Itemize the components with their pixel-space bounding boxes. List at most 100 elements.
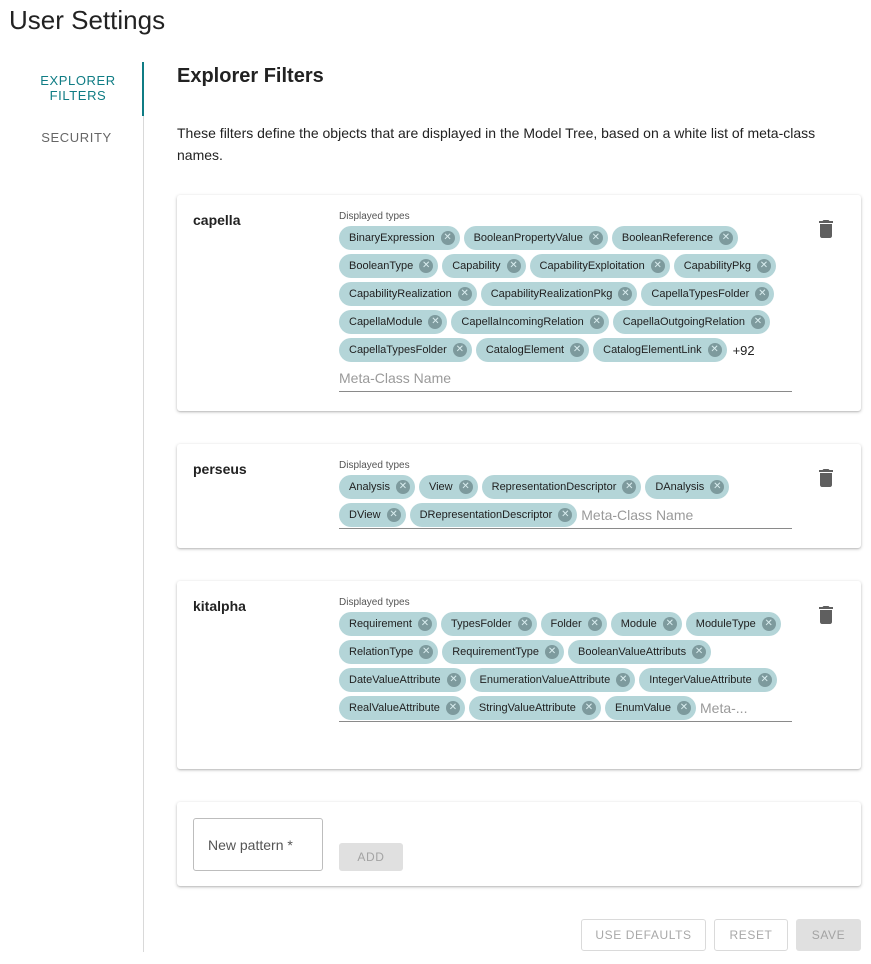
type-chip: CapellaModule ✕ [339,310,448,334]
cancel-circle-icon[interactable]: ✕ [618,287,633,301]
type-chip: TypesFolder ✕ [440,612,537,636]
chip-label: CatalogElementLink [603,344,702,356]
filter-name: perseus [193,461,247,477]
save-button[interactable]: SAVE [796,919,861,951]
meta-class-input[interactable] [700,696,770,720]
cancel-circle-icon[interactable]: ✕ [417,617,432,631]
cancel-circle-icon[interactable]: ✕ [581,701,596,715]
cancel-circle-icon[interactable]: ✕ [587,617,602,631]
cancel-circle-icon[interactable]: ✕ [386,508,401,522]
type-chip: Capability ✕ [442,254,526,278]
cancel-circle-icon[interactable]: ✕ [622,480,637,494]
chip-list: Analysis ✕ View ✕ RepresentationDescriptor ✕ D… [339,475,792,528]
type-chip: ModuleType ✕ [685,612,781,636]
cancel-circle-icon[interactable]: ✕ [517,617,532,631]
cancel-circle-icon[interactable]: ✕ [589,315,604,329]
cancel-circle-icon[interactable]: ✕ [457,287,472,301]
type-chip: RequirementType ✕ [442,640,565,664]
page-title: User Settings [9,5,166,35]
more-count: +92 [732,342,755,358]
cancel-circle-icon[interactable]: ✕ [650,259,665,273]
trash-icon[interactable] [818,220,834,238]
cancel-circle-icon[interactable]: ✕ [452,343,467,357]
cancel-circle-icon[interactable]: ✕ [428,315,443,329]
type-chip: CapabilityRealizationPkg ✕ [480,282,638,306]
cancel-circle-icon[interactable]: ✕ [446,673,461,687]
type-chip: RealValueAttribute ✕ [339,696,465,720]
type-chip: StringValueAttribute ✕ [468,696,601,720]
type-chip: CapellaOutgoingRelation ✕ [612,310,770,334]
type-chip: CapellaIncomingRelation ✕ [451,310,609,334]
chip-label: BooleanReference [621,232,713,244]
type-chip: DAnalysis ✕ [645,475,730,499]
type-chip: RelationType ✕ [339,640,439,664]
trash-icon[interactable] [818,469,834,487]
chip-label: EnumerationValueAttribute [479,674,611,686]
type-chip: CapabilityExploitation ✕ [529,254,670,278]
cancel-circle-icon[interactable]: ✕ [755,287,770,301]
chip-label: CapellaModule [349,316,423,328]
cancel-circle-icon[interactable]: ✕ [588,231,603,245]
type-chip: Analysis ✕ [339,475,415,499]
cancel-circle-icon[interactable]: ✕ [707,343,722,357]
cancel-circle-icon[interactable]: ✕ [440,231,455,245]
chip-label: StringValueAttribute [478,702,576,714]
type-chip: CapabilityPkg ✕ [673,254,776,278]
cancel-circle-icon[interactable]: ✕ [545,645,560,659]
chip-label: RequirementType [452,646,540,658]
cancel-circle-icon[interactable]: ✕ [506,259,521,273]
cancel-circle-icon[interactable]: ✕ [718,231,733,245]
cancel-circle-icon[interactable]: ✕ [677,701,691,715]
cancel-circle-icon[interactable]: ✕ [445,701,460,715]
cancel-circle-icon[interactable]: ✕ [692,645,707,659]
field-label: Displayed types [339,597,410,608]
reset-button[interactable]: RESET [714,919,788,951]
chip-label: IntegerValueAttribute [649,674,752,686]
main-content: Explorer Filters These filters define th… [177,62,861,166]
use-defaults-button[interactable]: USE DEFAULTS [581,919,706,951]
type-chip: BinaryExpression ✕ [339,226,460,250]
cancel-circle-icon[interactable]: ✕ [419,259,434,273]
cancel-circle-icon[interactable]: ✕ [756,259,771,273]
cancel-circle-icon[interactable]: ✕ [751,315,765,329]
chip-label: CapabilityRealization [349,288,452,300]
field-label: Displayed types [339,460,410,471]
cancel-circle-icon[interactable]: ✕ [757,673,772,687]
chip-list: Requirement ✕ TypesFolder ✕ Folder ✕ Module ✕ Mo… [339,612,792,721]
cancel-circle-icon[interactable]: ✕ [570,343,585,357]
trash-icon[interactable] [818,606,834,624]
chip-label: ModuleType [695,618,756,630]
add-button[interactable]: ADD [339,843,403,871]
chip-label: TypesFolder [450,618,512,630]
cancel-circle-icon[interactable]: ✕ [558,508,573,522]
cancel-circle-icon[interactable]: ✕ [662,617,677,631]
chip-label: Requirement [349,618,412,630]
type-chip: View ✕ [418,475,478,499]
chip-label: DAnalysis [655,481,705,493]
chip-label: EnumValue [614,702,671,714]
sidebar-item-security[interactable]: SECURITY [0,116,143,145]
meta-class-input[interactable] [339,366,469,390]
chip-label: BinaryExpression [349,232,435,244]
chip-list: BinaryExpression ✕ BooleanPropertyValue ✕ Bo… [339,226,792,391]
filter-name: kitalpha [193,598,246,614]
sidebar-item-explorer-filters[interactable]: EXPLORER FILTERS [22,62,134,116]
new-pattern-card: ADD [177,802,861,886]
sidebar-active-indicator [142,62,144,116]
cancel-circle-icon[interactable]: ✕ [395,480,410,494]
type-chip: DRepresentationDescriptor ✕ [409,503,578,527]
cancel-circle-icon[interactable]: ✕ [458,480,473,494]
new-pattern-input[interactable] [194,819,322,870]
meta-class-input[interactable] [581,503,712,527]
cancel-circle-icon[interactable]: ✕ [419,645,434,659]
type-chip: BooleanType ✕ [339,254,439,278]
chip-label: DView [349,509,381,521]
chip-label: RepresentationDescriptor [491,481,617,493]
chip-label: CatalogElement [485,344,565,356]
cancel-circle-icon[interactable]: ✕ [710,480,725,494]
type-chip: CapabilityRealization ✕ [339,282,477,306]
cancel-circle-icon[interactable]: ✕ [761,617,776,631]
cancel-circle-icon[interactable]: ✕ [616,673,631,687]
type-chip: Requirement ✕ [339,612,437,636]
type-chip: CapellaTypesFolder ✕ [339,338,472,362]
